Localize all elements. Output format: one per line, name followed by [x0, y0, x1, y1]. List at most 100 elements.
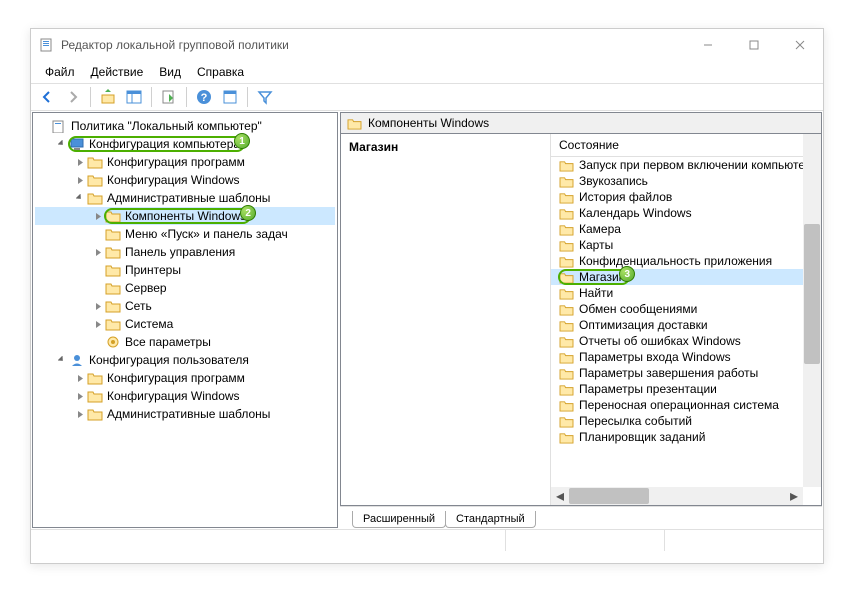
tree-item-all[interactable]: Все параметры [35, 333, 335, 351]
policy-icon [51, 119, 67, 133]
expand-icon[interactable] [91, 245, 105, 259]
tree-item-start[interactable]: Меню «Пуск» и панель задач [35, 225, 335, 243]
menubar: Файл Действие Вид Справка [31, 61, 823, 83]
list-item-label: Отчеты об ошибках Windows [579, 334, 741, 348]
list-item[interactable]: Конфиденциальность приложения [551, 253, 821, 269]
tree-item-cp[interactable]: Панель управления [35, 243, 335, 261]
close-button[interactable] [777, 29, 823, 61]
export-button[interactable] [157, 85, 181, 109]
tree-item-server[interactable]: Сервер [35, 279, 335, 297]
list-item[interactable]: Параметры завершения работы [551, 365, 821, 381]
scroll-right-icon[interactable]: ▸ [785, 487, 803, 505]
folder-icon [559, 287, 574, 300]
forward-button[interactable] [61, 85, 85, 109]
vertical-scrollbar[interactable] [803, 134, 821, 487]
list-item-label: Параметры завершения работы [579, 366, 758, 380]
folder-icon [105, 317, 121, 331]
menu-view[interactable]: Вид [151, 63, 189, 81]
tree-item-components[interactable]: Компоненты Windows 2 [35, 207, 335, 225]
expand-icon[interactable] [73, 173, 87, 187]
folder-icon [105, 209, 121, 223]
list-item[interactable]: История файлов [551, 189, 821, 205]
list-item[interactable]: Параметры входа Windows [551, 349, 821, 365]
list-item[interactable]: Карты [551, 237, 821, 253]
tree-computer-config[interactable]: Конфигурация компьютера 1 [35, 135, 335, 153]
settings-icon [105, 335, 121, 349]
list-item-label: Параметры презентации [579, 382, 717, 396]
expand-icon[interactable] [73, 155, 87, 169]
minimize-button[interactable] [685, 29, 731, 61]
filter-button[interactable] [253, 85, 277, 109]
folder-icon [87, 191, 103, 205]
tree-item-printers[interactable]: Принтеры [35, 261, 335, 279]
tree-item-uadmin[interactable]: Административные шаблоны [35, 405, 335, 423]
list-item[interactable]: Камера [551, 221, 821, 237]
view-tabs: Расширенный Стандартный [340, 506, 822, 528]
callout-badge-1: 1 [234, 133, 250, 149]
list-item-label: Звукозапись [579, 174, 648, 188]
folder-icon [87, 371, 103, 385]
detail-column: Магазин [341, 134, 551, 505]
list-item[interactable]: Отчеты об ошибках Windows [551, 333, 821, 349]
list-item[interactable]: Календарь Windows [551, 205, 821, 221]
folder-icon [105, 281, 121, 295]
list-item-label: История файлов [579, 190, 672, 204]
show-hide-button[interactable] [122, 85, 146, 109]
tree-item-usoft[interactable]: Конфигурация программ [35, 369, 335, 387]
expand-icon[interactable] [73, 371, 87, 385]
help-button[interactable]: ? [192, 85, 216, 109]
horizontal-scrollbar[interactable]: ◂ ▸ [551, 487, 803, 505]
folder-list[interactable]: Запуск при первом включении компьютеЗвук… [551, 157, 821, 445]
tree-item-network[interactable]: Сеть [35, 297, 335, 315]
maximize-button[interactable] [731, 29, 777, 61]
list-item-label: Оптимизация доставки [579, 318, 708, 332]
list-header-state[interactable]: Состояние [551, 134, 821, 157]
list-item[interactable]: Магазин3 [551, 269, 821, 285]
collapse-icon[interactable] [73, 191, 87, 205]
scroll-left-icon[interactable]: ◂ [551, 487, 569, 505]
properties-button[interactable] [218, 85, 242, 109]
expand-icon[interactable] [91, 299, 105, 313]
tree-item-admin[interactable]: Административные шаблоны [35, 189, 335, 207]
list-item[interactable]: Найти [551, 285, 821, 301]
folder-icon [559, 335, 574, 348]
menu-action[interactable]: Действие [83, 63, 152, 81]
list-item[interactable]: Запуск при первом включении компьюте [551, 157, 821, 173]
expand-icon[interactable] [91, 317, 105, 331]
list-item[interactable]: Звукозапись [551, 173, 821, 189]
window-title: Редактор локальной групповой политики [61, 38, 289, 52]
menu-file[interactable]: Файл [37, 63, 83, 81]
expand-icon[interactable] [91, 209, 105, 223]
app-icon [39, 37, 55, 53]
menu-help[interactable]: Справка [189, 63, 252, 81]
collapse-icon[interactable] [55, 353, 69, 367]
expand-icon[interactable] [73, 389, 87, 403]
folder-icon [105, 263, 121, 277]
expand-icon[interactable] [55, 137, 69, 151]
list-item-label: Обмен сообщениями [579, 302, 697, 316]
up-button[interactable] [96, 85, 120, 109]
list-item[interactable]: Переносная операционная система [551, 397, 821, 413]
tree-panel[interactable]: Политика "Локальный компьютер" Конфигура… [32, 112, 338, 528]
folder-icon [559, 223, 574, 236]
expand-icon[interactable] [73, 407, 87, 421]
back-button[interactable] [35, 85, 59, 109]
app-window: Редактор локальной групповой политики Фа… [30, 28, 824, 564]
tree-item-uwin[interactable]: Конфигурация Windows [35, 387, 335, 405]
list-item[interactable]: Параметры презентации [551, 381, 821, 397]
list-item[interactable]: Пересылка событий [551, 413, 821, 429]
tab-standard[interactable]: Стандартный [445, 511, 536, 528]
tree-item-system[interactable]: Система [35, 315, 335, 333]
list-item[interactable]: Планировщик заданий [551, 429, 821, 445]
tree-item-win[interactable]: Конфигурация Windows [35, 171, 335, 189]
tree-root-policy[interactable]: Политика "Локальный компьютер" [35, 117, 335, 135]
folder-icon [105, 227, 121, 241]
list-item[interactable]: Оптимизация доставки [551, 317, 821, 333]
tab-extended[interactable]: Расширенный [352, 511, 446, 528]
tree-user-config[interactable]: Конфигурация пользователя [35, 351, 335, 369]
tree-item-soft[interactable]: Конфигурация программ [35, 153, 335, 171]
callout-badge-2: 2 [240, 205, 256, 221]
list-item[interactable]: Обмен сообщениями [551, 301, 821, 317]
collapse-icon[interactable] [37, 119, 51, 133]
list-item-label: Карты [579, 238, 613, 252]
